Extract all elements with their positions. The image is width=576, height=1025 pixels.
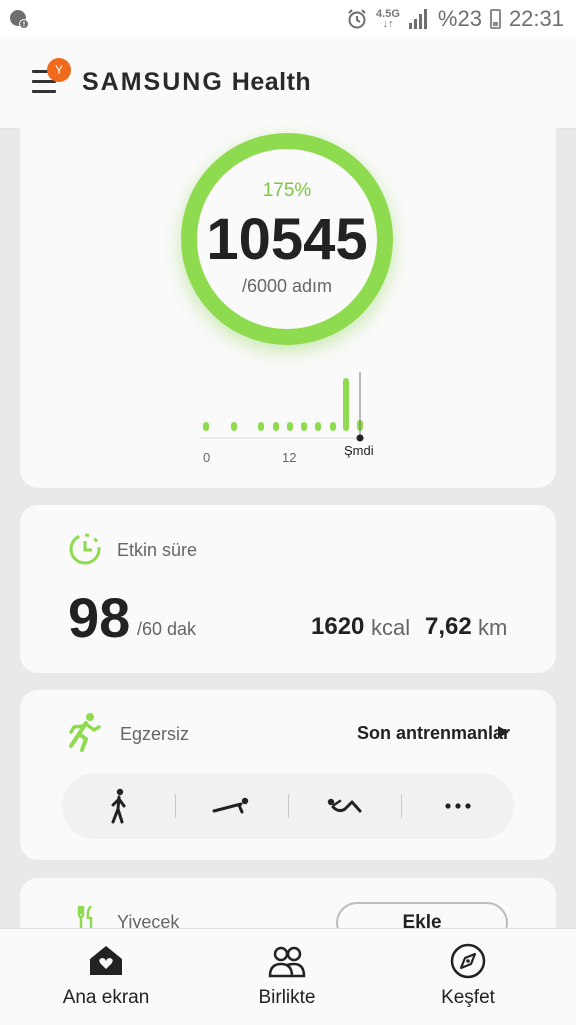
steps-goal: /6000 adım [241,276,333,296]
timeline-mid-label: 12 [282,450,296,465]
distance-unit: km [478,615,508,640]
running-icon [69,713,101,752]
exercise-shortcuts [62,773,514,839]
walk-icon [111,788,125,824]
people-icon [268,946,306,978]
nav-discover[interactable]: Keşfet [372,929,564,1025]
compass-icon [450,943,486,979]
battery-percent: %23 [437,6,482,31]
nav-discover-label: Keşfet [441,987,495,1008]
walk-shortcut-button[interactable] [62,773,175,839]
clock: 22:31 [508,6,564,31]
timeline-now-label: Şmdi [344,443,374,458]
app-header: Y SAMSUNG Health [0,38,576,129]
active-minutes-goal: /60 dak [137,619,197,639]
nav-together-label: Birlikte [258,987,316,1008]
exercise-title: Egzersiz [120,724,190,744]
steps-count: 10545 [206,207,368,272]
active-time-title: Etkin süre [117,540,198,560]
arrow-right-icon[interactable] [498,726,509,738]
cutlery-icon [77,906,93,930]
network-type: 4.5G ↓↑ [376,8,400,30]
pushup-icon [212,797,248,814]
steps-timeline-chart: 0 12 Şmdi [200,372,374,465]
pushup-shortcut-button[interactable] [175,773,288,839]
profile-badge[interactable]: Y [47,58,71,82]
alarm-icon [348,9,366,29]
signal-icon [408,9,427,29]
active-minutes: 98 [68,586,131,649]
nav-home-label: Ana ekran [62,987,150,1008]
timer-icon [69,533,101,565]
nav-together[interactable]: Birlikte [191,929,383,1025]
status-bar: 4.5G ↓↑ %23 22:31 [0,0,576,38]
more-icon [444,803,471,809]
timeline-start-label: 0 [203,450,210,465]
bottom-navigation: Ana ekran Birlikte Keşfet [0,928,576,1025]
battery-icon [489,9,501,29]
nav-home[interactable]: Ana ekran [10,929,202,1025]
steps-percent: 175% [262,180,312,201]
situp-icon [327,798,361,813]
alert-icon [10,10,29,29]
home-heart-icon [90,946,122,975]
situp-shortcut-button[interactable] [288,773,401,839]
calories-value: 1620 [311,613,365,640]
recent-workouts-link[interactable]: Son antrenmanlar [357,723,510,744]
more-shortcut-button[interactable] [401,773,514,839]
distance-value: 7,62 [425,613,472,640]
calories-unit: kcal [371,615,411,640]
app-logo: SAMSUNG Health [82,68,312,96]
